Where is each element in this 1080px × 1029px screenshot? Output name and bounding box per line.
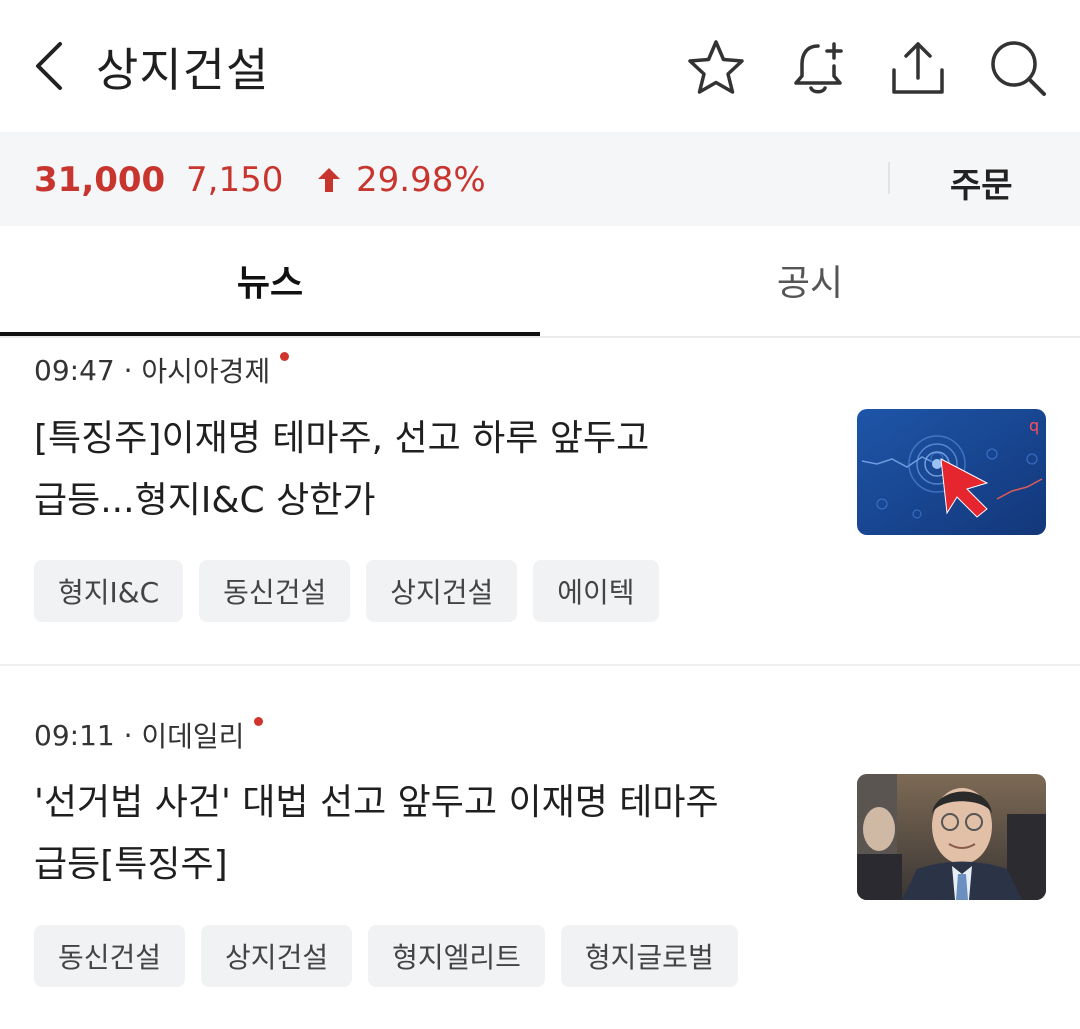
back-arrow-icon[interactable] xyxy=(22,36,78,96)
tag-chip[interactable]: 동신건설 xyxy=(34,925,186,987)
news-headline-line: 급등...형지I&C 상한가 xyxy=(34,480,376,521)
price-change: 7,150 xyxy=(186,160,284,200)
app-header: 상지건설 xyxy=(0,0,1080,132)
tag-list: 동신건설 상지건설 형지엘리트 형지글로벌 xyxy=(34,925,754,987)
list-divider xyxy=(0,664,1080,666)
news-headline-line: [특징주]이재명 테마주, 선고 하루 앞두고 xyxy=(34,418,650,459)
news-headline[interactable]: '선거법 사건' 대법 선고 앞두고 이재명 테마주 급등[특징주] xyxy=(34,772,834,896)
news-meta: 09:11 · 이데일리 xyxy=(34,715,264,755)
divider xyxy=(888,162,890,194)
tab-disclosure[interactable]: 공시 xyxy=(540,226,1080,334)
change-rate-value: 29.98% xyxy=(356,160,486,200)
bell-plus-icon[interactable] xyxy=(786,36,850,100)
current-price: 31,000 xyxy=(34,160,166,200)
news-time: 09:11 xyxy=(34,718,115,752)
news-time: 09:47 xyxy=(34,353,115,387)
tag-chip[interactable]: 형지글로벌 xyxy=(560,925,738,987)
order-button[interactable]: 주문 xyxy=(950,158,1013,207)
up-arrow-icon xyxy=(318,168,340,192)
svg-text:q: q xyxy=(1029,416,1039,435)
tag-chip[interactable]: 동신건설 xyxy=(199,560,351,622)
tag-chip[interactable]: 에이텍 xyxy=(533,560,659,622)
tab-bar: 뉴스 공시 xyxy=(0,226,1080,338)
tab-news[interactable]: 뉴스 xyxy=(0,226,540,336)
tag-chip[interactable]: 형지I&C xyxy=(34,560,184,622)
news-source: 아시아경제 xyxy=(141,355,271,388)
change-rate: 29.98% xyxy=(318,160,486,200)
tag-chip[interactable]: 상지건설 xyxy=(366,560,518,622)
news-source: 이데일리 xyxy=(141,720,245,753)
unread-dot xyxy=(280,351,290,361)
news-headline-line: '선거법 사건' 대법 선고 앞두고 이재명 테마주 xyxy=(34,782,719,823)
page-title: 상지건설 xyxy=(96,43,270,97)
unread-dot xyxy=(254,716,264,726)
news-headline-line: 급등[특징주] xyxy=(34,844,228,885)
tag-list: 형지I&C 동신건설 상지건설 에이텍 xyxy=(34,560,675,622)
star-icon[interactable] xyxy=(684,36,748,100)
news-headline[interactable]: [특징주]이재명 테마주, 선고 하루 앞두고 급등...형지I&C 상한가 xyxy=(34,408,824,532)
tag-chip[interactable]: 형지엘리트 xyxy=(368,925,545,987)
news-thumbnail[interactable] xyxy=(857,774,1046,900)
tag-chip[interactable]: 상지건설 xyxy=(201,925,353,987)
share-icon[interactable] xyxy=(886,36,950,100)
search-icon[interactable] xyxy=(986,36,1050,100)
news-meta: 09:47 · 아시아경제 xyxy=(34,350,290,390)
news-thumbnail[interactable]: q xyxy=(857,409,1046,535)
